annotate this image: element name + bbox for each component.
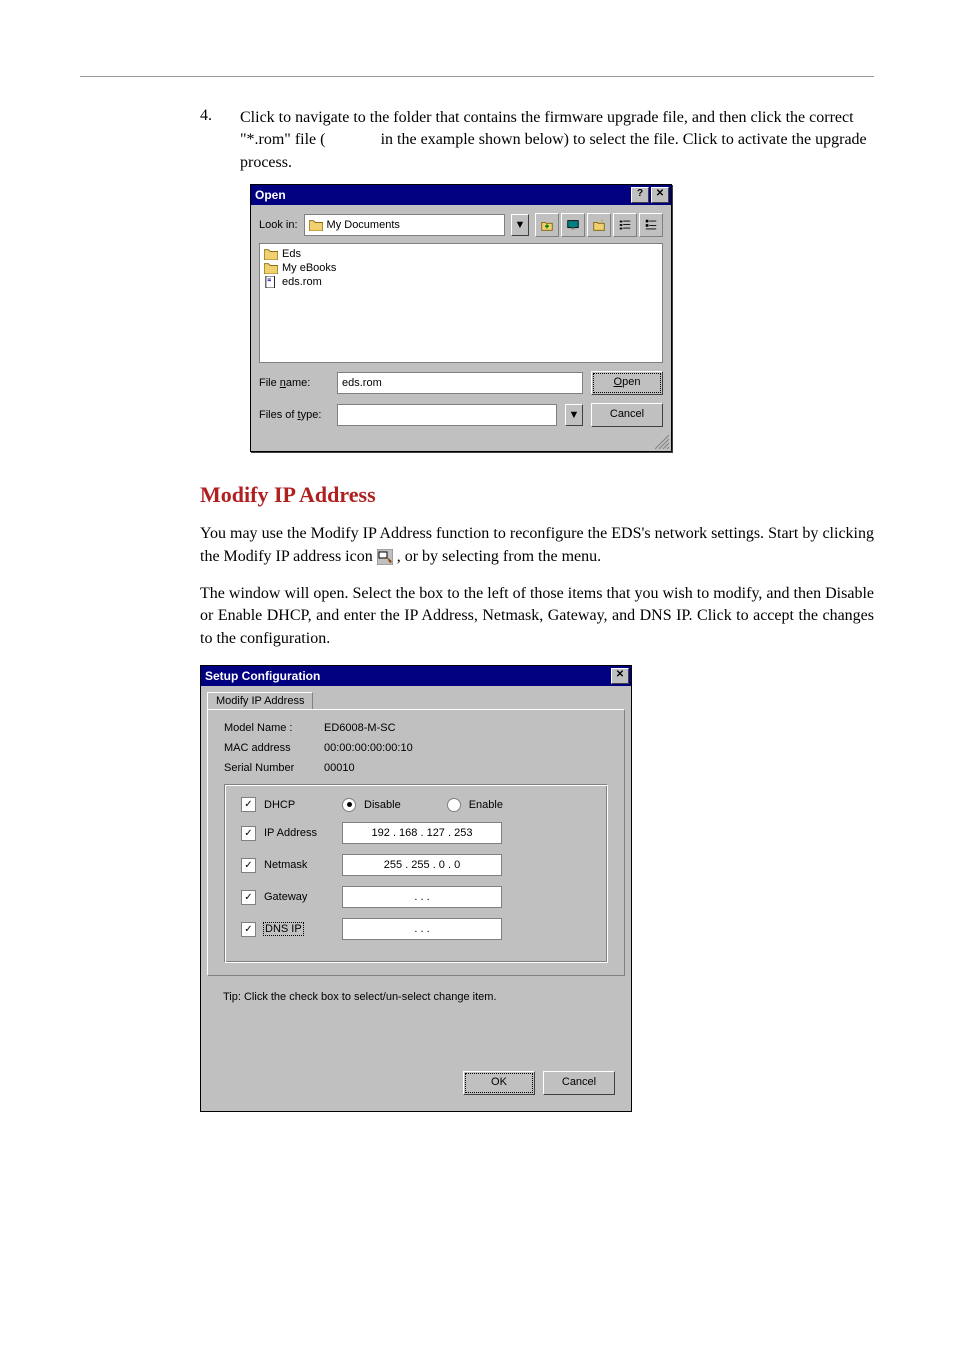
filename-input[interactable]: eds.rom (337, 372, 583, 394)
filetype-dropdown-icon[interactable]: ▼ (565, 404, 583, 426)
svg-text:*: * (601, 219, 604, 226)
cancel-button[interactable]: Cancel (591, 403, 663, 427)
setup-config-dialog: Setup Configuration ✕ Modify IP Address … (200, 665, 632, 1112)
disable-radio[interactable] (342, 798, 356, 812)
dns-input[interactable]: . . . (342, 918, 502, 940)
gateway-label: Gateway (264, 891, 334, 903)
step-text-a: Click (240, 109, 279, 126)
filetype-select[interactable] (337, 404, 557, 426)
serial-label: Serial Number (224, 762, 324, 774)
setup-dialog-title: Setup Configuration (205, 669, 320, 683)
netmask-label: Netmask (264, 859, 334, 871)
netmask-checkbox[interactable]: ✓ (241, 858, 256, 873)
model-value: ED6008-M-SC (324, 722, 396, 734)
folder-icon (264, 262, 278, 274)
step-text-c: in the example shown below) to select th… (381, 131, 722, 148)
modify-ip-icon (377, 549, 393, 565)
list-item[interactable]: My eBooks (264, 262, 658, 274)
desktop-icon[interactable] (561, 213, 585, 237)
tab-modify-ip[interactable]: Modify IP Address (207, 692, 313, 709)
step-number: 4. (200, 107, 220, 174)
dhcp-label: DHCP (264, 799, 334, 811)
filetype-label: Files of type: (259, 409, 329, 421)
step-filename: eds.rom (325, 131, 376, 148)
open-dialog-title: Open (255, 188, 286, 202)
gateway-checkbox[interactable]: ✓ (241, 890, 256, 905)
model-label: Model Name : (224, 722, 324, 734)
ipaddr-input[interactable]: 192 . 168 . 127 . 253 (342, 822, 502, 844)
paragraph-2: The window will open. Select the box to … (200, 583, 874, 650)
filename-label: File name: (259, 377, 329, 389)
tip-text: Tip: Click the check box to select/un-se… (207, 991, 625, 1003)
list-view-icon[interactable] (613, 213, 637, 237)
close-icon[interactable]: ✕ (651, 187, 669, 203)
disable-label: Disable (364, 799, 401, 811)
close-icon[interactable]: ✕ (611, 668, 629, 684)
lookin-dropdown-icon[interactable]: ▼ (511, 214, 529, 236)
dhcp-checkbox[interactable]: ✓ (241, 797, 256, 812)
dns-checkbox[interactable]: ✓ (241, 922, 256, 937)
ip-checkbox[interactable]: ✓ (241, 826, 256, 841)
mac-label: MAC address (224, 742, 324, 754)
header-divider (80, 76, 874, 77)
lookin-label: Look in: (259, 219, 298, 231)
step-text: Click to navigate to the folder that con… (240, 107, 874, 174)
list-item[interactable]: Eds (264, 248, 658, 260)
list-item[interactable]: eds.rom (264, 276, 658, 288)
new-folder-icon[interactable]: * (587, 213, 611, 237)
cancel-button[interactable]: Cancel (543, 1071, 615, 1095)
dns-label: DNS IP (264, 923, 334, 935)
resize-grip[interactable] (251, 435, 671, 451)
folder-icon (264, 248, 278, 260)
enable-label: Enable (469, 799, 503, 811)
section-heading: Modify IP Address (200, 482, 874, 508)
ipaddr-label: IP Address (264, 827, 334, 839)
file-list[interactable]: Eds My eBooks eds.rom (259, 243, 663, 363)
details-view-icon[interactable] (639, 213, 663, 237)
file-icon (264, 276, 278, 288)
lookin-combo[interactable]: My Documents (304, 214, 505, 236)
folder-open-icon (309, 219, 323, 231)
enable-radio[interactable] (447, 798, 461, 812)
serial-value: 00010 (324, 762, 355, 774)
netmask-input[interactable]: 255 . 255 . 0 . 0 (342, 854, 502, 876)
header-title: EDS Configurator GUI (80, 50, 874, 66)
mac-value: 00:00:00:00:00:10 (324, 742, 413, 754)
gateway-input[interactable]: . . . (342, 886, 502, 908)
paragraph-1: You may use the Modify IP Address functi… (200, 523, 874, 568)
ok-button[interactable]: OK (463, 1071, 535, 1095)
network-group: ✓ DHCP Disable Enable ✓ IP Address 192 .… (224, 784, 608, 963)
open-dialog: Open ? ✕ Look in: My Documents ▼ * (250, 184, 672, 452)
open-button[interactable]: Open (591, 371, 663, 395)
lookin-value: My Documents (327, 219, 400, 231)
up-folder-icon[interactable] (535, 213, 559, 237)
help-icon[interactable]: ? (631, 187, 649, 203)
